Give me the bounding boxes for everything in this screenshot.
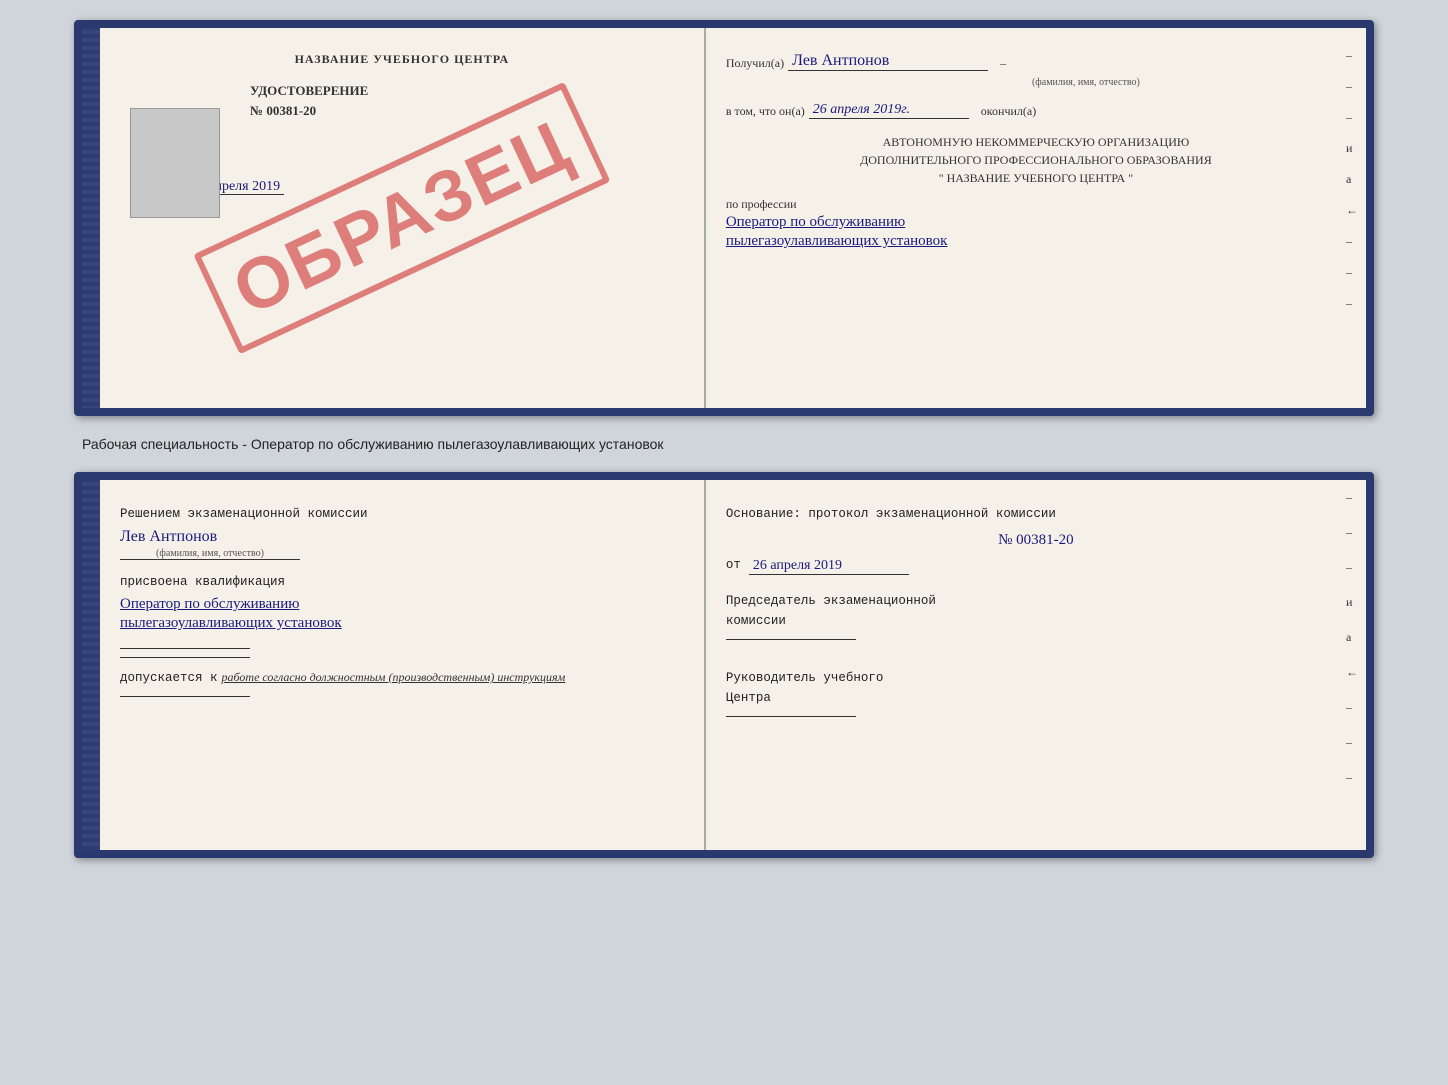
head-block: Руководитель учебного Центра (726, 668, 1346, 717)
bottom-date-value: 26 апреля 2019 (749, 558, 909, 575)
fio-hint-top: (фамилия, имя, отчество) (826, 77, 1346, 88)
cert-doc-info: УДОСТОВЕРЕНИЕ № 00381-20 (250, 83, 684, 119)
cert-title: УДОСТОВЕРЕНИЕ (250, 83, 684, 99)
received-line: Получил(а) Лев Антпонов – (726, 52, 1346, 71)
sig-line-2 (120, 657, 250, 658)
chairman-block: Председатель экзаменационной комиссии (726, 591, 1346, 640)
admitted-label: допускается к (120, 671, 218, 685)
block-line2: ДОПОЛНИТЕЛЬНОГО ПРОФЕССИОНАЛЬНОГО ОБРАЗО… (726, 151, 1346, 169)
fio-hint-bottom: (фамилия, имя, отчество) (120, 548, 300, 559)
received-name: Лев Антпонов (788, 52, 988, 71)
bottom-right-page: Основание: протокол экзаменационной коми… (706, 480, 1366, 850)
top-right-page: Получил(а) Лев Антпонов – (фамилия, имя,… (706, 28, 1366, 408)
chairman-line2: комиссии (726, 611, 1346, 631)
right-dashes-top: – – – и а ← – – – (1346, 48, 1358, 311)
admitted-text: работе согласно должностным (производств… (222, 670, 566, 684)
cert-issued: Выдано 26 апреля 2019 (140, 179, 684, 195)
block-line3: " НАЗВАНИЕ УЧЕБНОГО ЦЕНТРА " (726, 169, 1346, 187)
chairman-line1: Председатель экзаменационной (726, 591, 1346, 611)
assigned-text: присвоена квалификация (120, 572, 684, 592)
cert-mp: М.П. (140, 203, 684, 218)
bottom-left-page: Решением экзаменационной комиссии Лев Ан… (100, 480, 706, 850)
photo-placeholder (130, 108, 220, 218)
top-certificate-section: НАЗВАНИЕ УЧЕБНОГО ЦЕНТРА УДОСТОВЕРЕНИЕ №… (74, 20, 1374, 416)
dash1: – (1000, 56, 1006, 71)
chairman-sig (726, 639, 856, 640)
org-block: АВТОНОМНУЮ НЕКОММЕРЧЕСКУЮ ОРГАНИЗАЦИЮ ДО… (726, 133, 1346, 187)
decision-text: Решением экзаменационной комиссии (120, 504, 684, 524)
qualification-line2: пылегазоулавливающих установок (120, 615, 684, 632)
head-line1: Руководитель учебного (726, 668, 1346, 688)
head-sig (726, 716, 856, 717)
qualification-line1: Оператор по обслуживанию (120, 596, 684, 613)
cert-number: № 00381-20 (250, 103, 684, 119)
book-spine-bottom (82, 480, 100, 850)
admitted-block: допускается к работе согласно должностны… (120, 668, 684, 688)
top-certificate-book: НАЗВАНИЕ УЧЕБНОГО ЦЕНТРА УДОСТОВЕРЕНИЕ №… (74, 20, 1374, 416)
training-center-name-top: НАЗВАНИЕ УЧЕБНОГО ЦЕНТРА (120, 52, 684, 67)
finish-date: 26 апреля 2019г. (809, 102, 969, 119)
profession-label: по профессии (726, 197, 1346, 212)
person-name-bottom: Лев Антпонов (120, 528, 684, 546)
top-left-page: НАЗВАНИЕ УЧЕБНОГО ЦЕНТРА УДОСТОВЕРЕНИЕ №… (100, 28, 706, 408)
in-that-line: в том, что он(а) 26 апреля 2019г. окончи… (726, 102, 1346, 119)
received-label: Получил(а) (726, 56, 784, 71)
date-prefix: от (726, 555, 741, 575)
right-dashes-bottom: – – – и а ← – – – (1346, 490, 1358, 785)
bottom-certificate-section: Решением экзаменационной комиссии Лев Ан… (74, 472, 1374, 858)
in-that-label: в том, что он(а) (726, 104, 805, 119)
protocol-number: № 00381-20 (726, 532, 1346, 549)
sig-line-1 (120, 648, 250, 649)
head-line2: Центра (726, 688, 1346, 708)
finished-label: окончил(а) (981, 104, 1036, 119)
block-line1: АВТОНОМНУЮ НЕКОММЕРЧЕСКУЮ ОРГАНИЗАЦИЮ (726, 133, 1346, 151)
profession-line2: пылегазоулавливающих установок (726, 233, 1346, 250)
section-subtitle: Рабочая специальность - Оператор по обсл… (74, 432, 1374, 456)
profession-line1: Оператор по обслуживанию (726, 214, 1346, 231)
obrazets-stamp: ОБРАЗЕЦ (193, 82, 610, 355)
book-spine-top (82, 28, 100, 408)
bottom-certificate-book: Решением экзаменационной комиссии Лев Ан… (74, 472, 1374, 858)
sig-line-3 (120, 696, 250, 697)
basis-text: Основание: протокол экзаменационной коми… (726, 504, 1346, 524)
